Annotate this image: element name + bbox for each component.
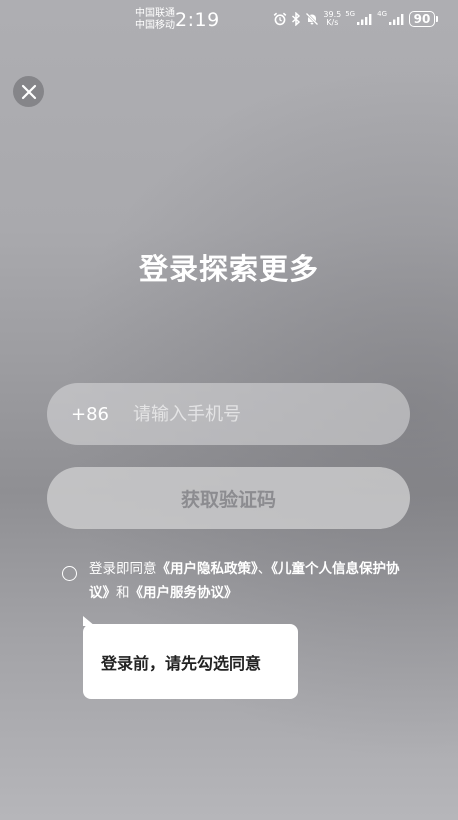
status-time: 2:19 <box>175 9 220 31</box>
close-icon <box>21 84 36 99</box>
network-type-2: 4G <box>377 10 387 18</box>
carrier-1: 中国联通 <box>135 8 175 19</box>
privacy-policy-link[interactable]: 《用户隐私政策》 <box>157 561 258 577</box>
battery-tip <box>436 16 438 22</box>
get-verification-code-button[interactable]: 获取验证码 <box>47 467 410 529</box>
carrier-info: 中国联通 中国移动 <box>135 8 175 32</box>
phone-input-container[interactable]: +86 <box>47 383 410 445</box>
signal-icon <box>389 13 405 25</box>
status-bar: 中国联通 中国移动 2:19 39.5 K/s 5G 4G 90 <box>0 0 458 44</box>
tooltip-text: 登录前，请先勾选同意 <box>101 653 262 673</box>
carrier-2: 中国移动 <box>135 20 175 31</box>
battery-indicator: 90 <box>409 11 438 27</box>
agreement-checkbox[interactable] <box>62 566 77 581</box>
agreement-separator: 、 <box>257 561 272 577</box>
agreement-tooltip: 登录前，请先勾选同意 <box>83 616 298 699</box>
country-code[interactable]: +86 <box>71 404 109 425</box>
phone-number-input[interactable] <box>133 403 353 425</box>
agreement-prefix: 登录即同意 <box>89 561 157 577</box>
agreement-text: 登录即同意《用户隐私政策》、《儿童个人信息保护协议》和《用户服务协议》 <box>89 557 407 605</box>
login-screen: 中国联通 中国移动 2:19 39.5 K/s 5G 4G 90 登录探索更多 … <box>0 0 458 820</box>
alarm-icon <box>273 12 287 26</box>
bluetooth-icon <box>291 12 301 26</box>
agreement-section: 登录即同意《用户隐私政策》、《儿童个人信息保护协议》和《用户服务协议》 <box>62 557 407 605</box>
network-type-1: 5G <box>345 10 356 18</box>
service-agreement-link[interactable]: 《用户服务协议》 <box>130 585 238 601</box>
agreement-conjunction: 和 <box>116 585 130 601</box>
mute-bell-icon <box>305 12 319 26</box>
network-speed: 39.5 K/s <box>323 10 342 27</box>
status-icons: 39.5 K/s 5G 4G 90 <box>273 10 438 27</box>
page-title: 登录探索更多 <box>138 252 319 286</box>
battery-level: 90 <box>409 11 435 27</box>
signal-icon <box>357 13 373 25</box>
close-button[interactable] <box>13 76 44 107</box>
